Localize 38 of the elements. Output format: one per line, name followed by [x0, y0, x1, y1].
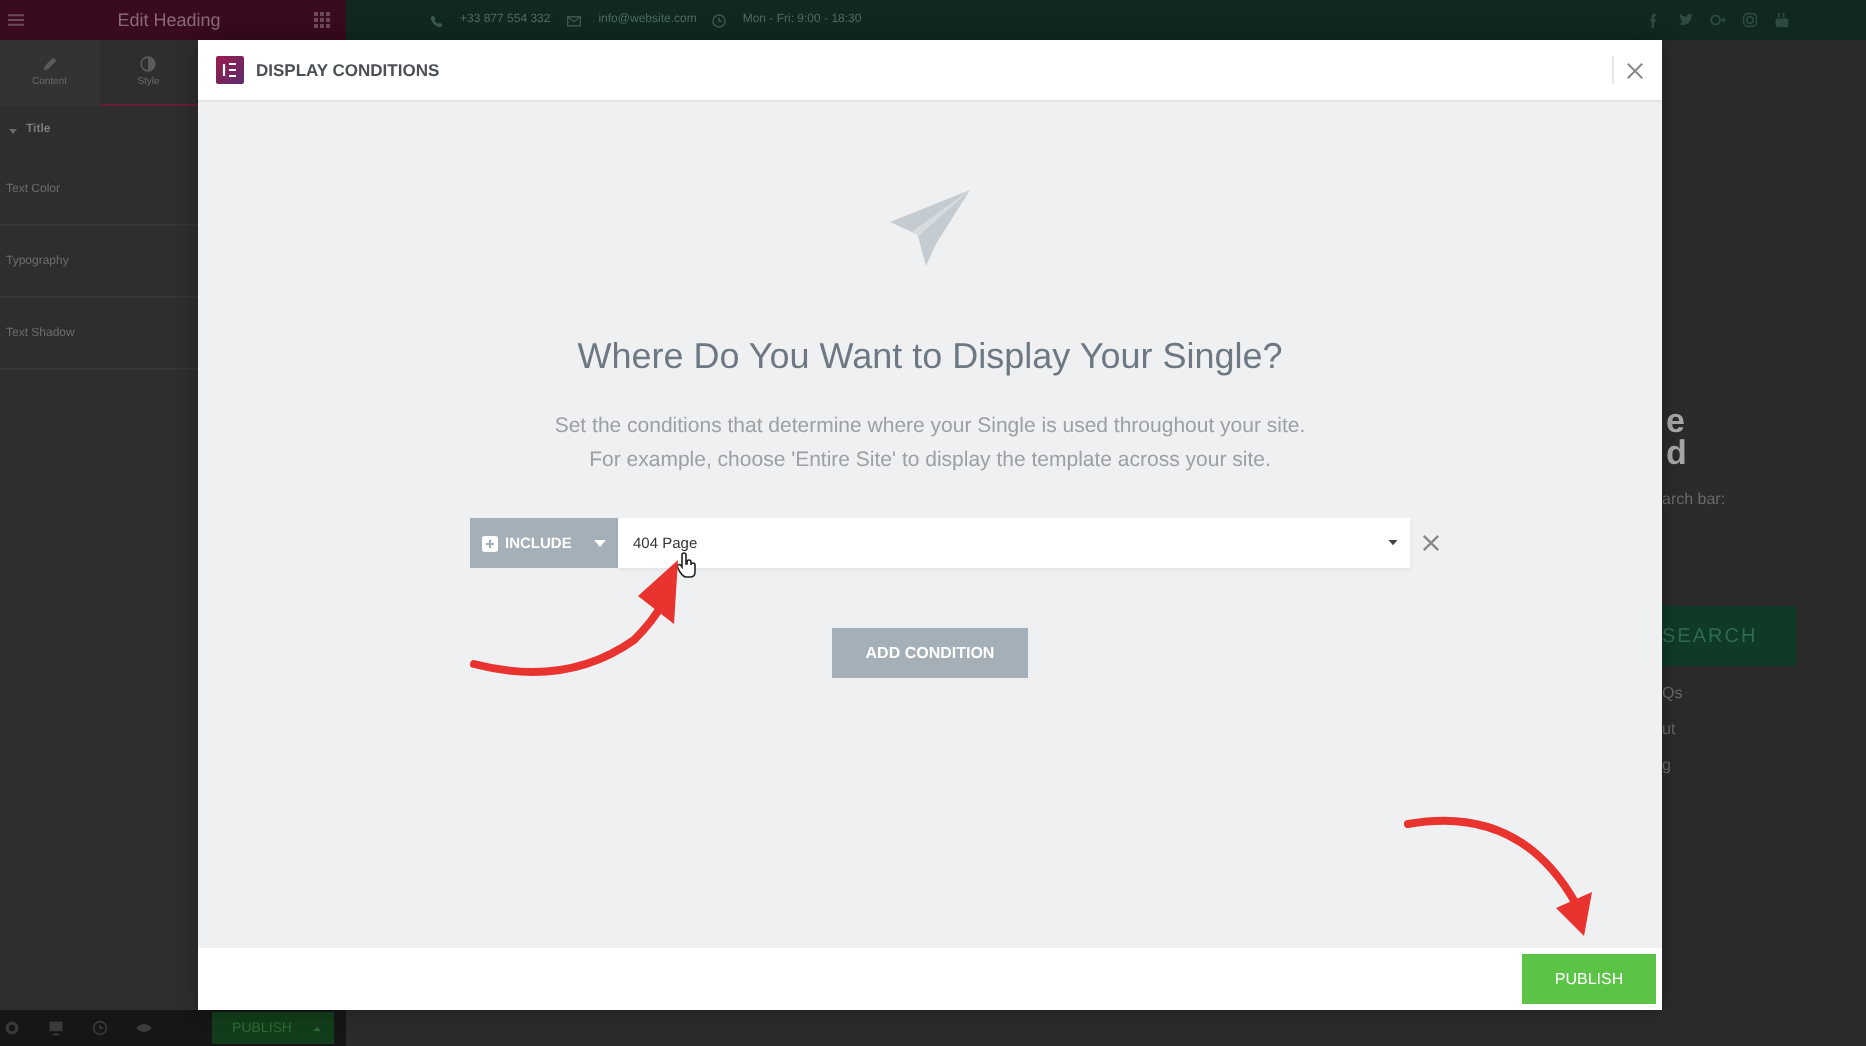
remove-condition-icon[interactable] — [1421, 534, 1439, 552]
eye-icon — [136, 1020, 152, 1036]
dialog-heading: Where Do You Want to Display Your Single? — [577, 336, 1283, 378]
twitter-icon — [1678, 12, 1694, 28]
history-icon — [92, 1020, 108, 1036]
phone-icon — [430, 13, 444, 27]
publish-button[interactable]: PUBLISH — [1522, 954, 1656, 1004]
grid-icon — [313, 12, 330, 28]
dialog-title: DISPLAY CONDITIONS — [256, 60, 440, 80]
description-text: Set the conditions that determine where your Single is used throughout your site. — [554, 412, 1306, 442]
add-condition-button[interactable]: ADD CONDITION — [832, 628, 1028, 678]
caret-icon[interactable] — [8, 125, 18, 135]
logo-icon — [216, 56, 244, 84]
page-link-fragment[interactable]: Qs — [1662, 684, 1866, 702]
description-text: For example, choose 'Entire Site' to display the template across your site. — [587, 446, 1273, 476]
menu-icon — [8, 12, 24, 28]
gear-icon — [4, 1020, 20, 1036]
desktop-icon — [48, 1020, 64, 1036]
caret-icon — [312, 1023, 322, 1033]
page-link-fragment[interactable]: ut — [1662, 720, 1866, 738]
close-icon[interactable] — [1612, 56, 1644, 84]
pencil-icon — [41, 56, 58, 72]
page-heading-fragment: e — [1664, 406, 1687, 438]
google-plus-icon — [1710, 12, 1726, 28]
clock-icon — [712, 13, 727, 27]
caret-icon — [1387, 540, 1397, 546]
plus-icon — [481, 535, 497, 551]
paper-plane-icon — [890, 190, 970, 266]
instagram-icon — [1742, 12, 1758, 28]
facebook-icon — [1646, 12, 1662, 28]
contrast-icon — [140, 56, 157, 72]
envelope-icon — [566, 13, 583, 27]
panel-title: Edit Heading — [117, 10, 221, 30]
page-link-fragment[interactable]: g — [1662, 756, 1866, 774]
hand-cursor-icon — [676, 552, 698, 578]
page-text-fragment: arch bar: — [1662, 490, 1728, 508]
caret-icon — [593, 539, 605, 547]
page-heading-fragment: d — [1664, 438, 1689, 470]
